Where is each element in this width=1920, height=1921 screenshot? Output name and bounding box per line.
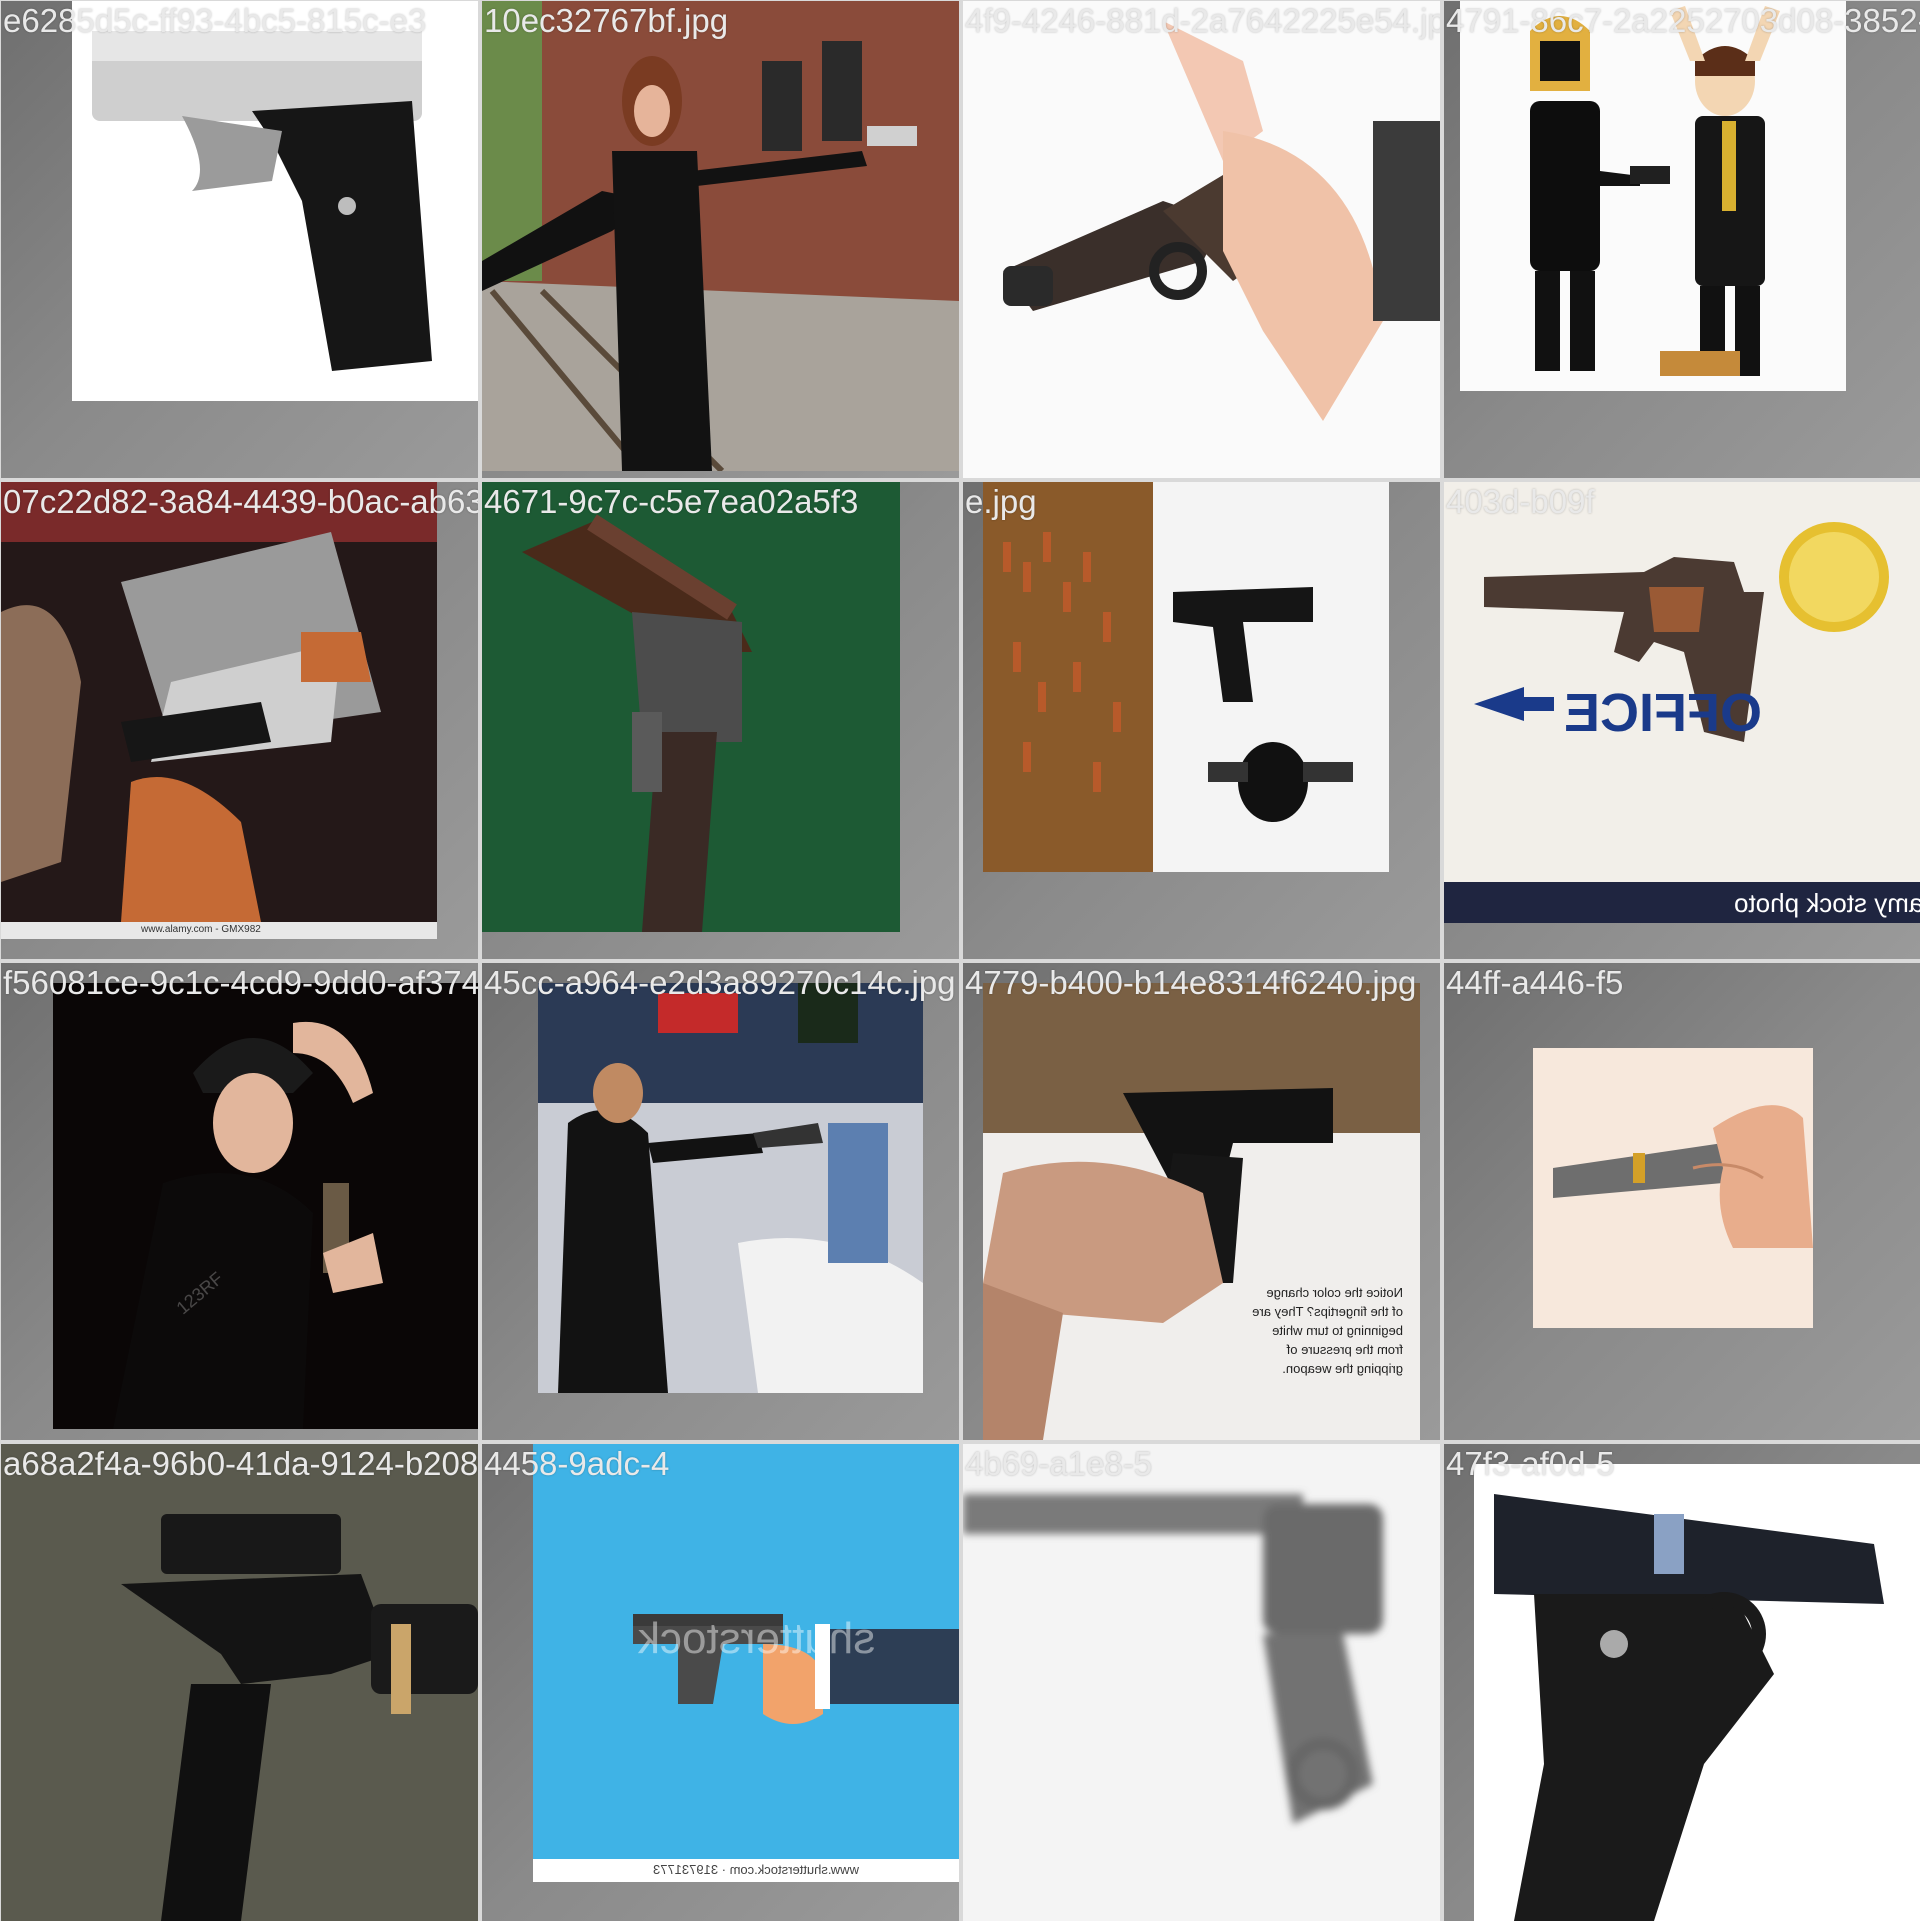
illustration-photo: shutterstock www.shutterstock.com · 3197…: [533, 1444, 959, 1882]
photo-credit: www.alamy.com - GMX982: [141, 924, 261, 935]
gun-photo: [1, 1444, 478, 1921]
grid-cell[interactable]: Notice the color change of the fingertip…: [963, 963, 1440, 1440]
image-grid: e6285d5c-ff93-4bc5-815c-e3 10ec32767bf.j…: [0, 0, 1920, 1921]
office-sign-text: OFFICE: [1564, 683, 1762, 743]
gun-photo: [72, 1, 478, 401]
illustration-photo: [1533, 1048, 1813, 1328]
grid-cell[interactable]: 4791-86c7-2a2252703d08-3852-: [1444, 1, 1920, 478]
grip-photo: Notice the color change of the fingertip…: [983, 983, 1420, 1440]
grid-cell[interactable]: 4b69-a1e8-5: [963, 1444, 1440, 1921]
scene-photo: [482, 1, 959, 471]
grid-cell[interactable]: e.jpg: [963, 482, 1440, 959]
caption-line: from the pressure of: [1286, 1342, 1403, 1357]
caption-line: beginning to turn white: [1272, 1323, 1403, 1338]
toy-photo: [1460, 1, 1846, 391]
grid-cell[interactable]: 45cc-a964-e2d3a89270c14c.jpg: [482, 963, 959, 1440]
grid-cell[interactable]: a68a2f4a-96b0-41da-9124-b2082a8326c13.jp…: [1, 1444, 478, 1921]
portrait-photo: 123RF: [53, 983, 478, 1429]
filename-label: 44ff-a446-f5: [1446, 964, 1624, 1001]
caption-lines: Notice the color change of the fingertip…: [1203, 1283, 1403, 1378]
watermark-shutterstock: shutterstock: [638, 1614, 876, 1663]
grid-cell[interactable]: 47f3-af0d-5: [1444, 1444, 1920, 1921]
grid-cell[interactable]: 4f9-4246-881d-2a7642225e54.jpg: [963, 1, 1440, 478]
sign-photo: OFFICE alamy stock photo: [1444, 482, 1920, 923]
grid-cell[interactable]: 44ff-a446-f5: [1444, 963, 1920, 1440]
gun-photo: [1474, 1464, 1920, 1921]
alamy-footer: alamy stock photo: [1734, 888, 1920, 918]
revolver-photo: [963, 1444, 1440, 1921]
range-photo: [983, 482, 1389, 872]
scene-photo: www.alamy.com - GMX982: [1, 482, 437, 939]
gun-photo: [963, 1, 1440, 478]
grid-cell[interactable]: OFFICE alamy stock photo 403d-b09f: [1444, 482, 1920, 959]
grid-cell[interactable]: 123RF f56081ce-9c1c-4cd9-9dd0-af374d5c48…: [1, 963, 478, 1440]
grid-cell[interactable]: e6285d5c-ff93-4bc5-815c-e3: [1, 1, 478, 478]
tradeshow-photo: [538, 983, 923, 1393]
revolver-photo: [482, 482, 900, 932]
caption-line: Notice the color change: [1266, 1285, 1403, 1300]
caption-line: gripping the weapon.: [1282, 1361, 1403, 1376]
photo-credit: www.shutterstock.com · 319731773: [653, 1862, 859, 1877]
grid-cell[interactable]: www.alamy.com - GMX982 07c22d82-3a84-443…: [1, 482, 478, 959]
caption-line: of the fingertips? They are: [1252, 1304, 1403, 1319]
grid-cell[interactable]: 10ec32767bf.jpg: [482, 1, 959, 478]
grid-cell[interactable]: 4671-9c7c-c5e7ea02a5f3: [482, 482, 959, 959]
grid-cell[interactable]: shutterstock www.shutterstock.com · 3197…: [482, 1444, 959, 1921]
